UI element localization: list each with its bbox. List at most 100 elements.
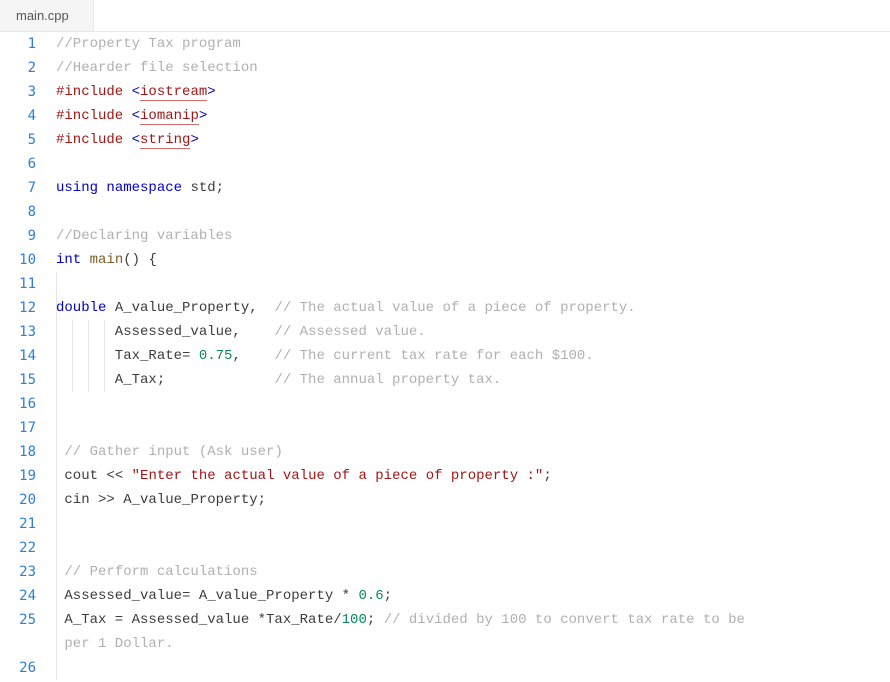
line-number: 17 [0,416,36,440]
line-number: 10 [0,248,36,272]
token-ident: cout [56,468,106,484]
indent-guide [56,512,57,536]
indent-guide [56,608,57,632]
code-line[interactable]: Assessed_value= A_value_Property * 0.6; [56,584,890,608]
token-angle: > [190,132,198,148]
token-comment: //Hearder file selection [56,60,258,76]
indent-guide [104,368,105,392]
token-keyword: using [56,180,98,196]
code-line[interactable] [56,152,890,176]
code-line[interactable] [56,536,890,560]
code-line[interactable]: int main() { [56,248,890,272]
line-number: 19 [0,464,36,488]
token-ident: A_value_Property, [106,300,274,316]
indent-guide [56,296,57,320]
token-angle: < [132,84,140,100]
code-line[interactable]: #include <iostream> [56,80,890,104]
line-number: 20 [0,488,36,512]
code-line[interactable] [56,656,890,680]
token-ident: std [182,180,216,196]
indent-guide [72,344,73,368]
code-line[interactable] [56,200,890,224]
indent-guide [56,536,57,560]
line-number: 8 [0,200,36,224]
line-number: 6 [0,152,36,176]
indent-guide [88,320,89,344]
indent-guide [56,584,57,608]
line-number: 18 [0,440,36,464]
line-number: 26 [0,656,36,680]
code-line[interactable]: // Gather input (Ask user) [56,440,890,464]
line-number: 24 [0,584,36,608]
line-number: 2 [0,56,36,80]
tab-main-cpp[interactable]: main.cpp [0,0,94,31]
code-line[interactable]: //Declaring variables [56,224,890,248]
line-number: 22 [0,536,36,560]
token-angle: > [207,84,215,100]
line-number: 7 [0,176,36,200]
token-ident: Assessed_value= A_value_Property * [56,588,358,604]
token-preproc: #include [56,132,132,148]
code-line[interactable]: #include <iomanip> [56,104,890,128]
line-number: 23 [0,560,36,584]
code-line[interactable]: double A_value_Property, // The actual v… [56,296,890,320]
code-line[interactable]: Assessed_value, // Assessed value. [56,320,890,344]
token-angle: < [132,108,140,124]
indent-guide [56,464,57,488]
indent-guide [56,488,57,512]
code-line[interactable]: cout << "Enter the actual value of a pie… [56,464,890,488]
line-number [0,632,36,656]
indent-guide [56,416,57,440]
code-line[interactable]: cin >> A_value_Property; [56,488,890,512]
code-line[interactable]: per 1 Dollar. [56,632,890,656]
indent-guide [104,320,105,344]
line-number: 5 [0,128,36,152]
line-number: 4 [0,104,36,128]
token-op: () { [123,252,157,268]
indent-guide [104,344,105,368]
code-line[interactable]: //Hearder file selection [56,56,890,80]
token-comment: // Perform calculations [64,564,257,580]
code-line[interactable]: // Perform calculations [56,560,890,584]
code-line[interactable]: A_Tax = Assessed_value *Tax_Rate/100; //… [56,608,890,632]
line-number: 11 [0,272,36,296]
token-include: iomanip [140,108,199,125]
code-line[interactable] [56,392,890,416]
code-line[interactable]: using namespace std; [56,176,890,200]
line-number: 21 [0,512,36,536]
token-comment: per 1 Dollar. [56,636,174,652]
line-number: 1 [0,32,36,56]
token-keyword: double [56,300,106,316]
tab-bar: main.cpp [0,0,890,32]
indent-guide [56,656,57,680]
token-comment: // The actual value of a piece of proper… [274,300,635,316]
code-line[interactable]: A_Tax; // The annual property tax. [56,368,890,392]
code-line[interactable]: #include <string> [56,128,890,152]
token-ident [81,252,89,268]
code-line[interactable]: //Property Tax program [56,32,890,56]
token-angle: < [132,132,140,148]
token-op: ; [216,180,224,196]
line-number: 13 [0,320,36,344]
token-include: string [140,132,190,149]
token-number: 0.6 [358,588,383,604]
token-angle: > [199,108,207,124]
token-comment: // Assessed value. [274,324,425,340]
token-op: ; [258,492,266,508]
code-line[interactable] [56,272,890,296]
code-line[interactable] [56,416,890,440]
code-content[interactable]: //Property Tax program //Hearder file sel… [56,32,890,680]
token-comment: // Gather input (Ask user) [64,444,282,460]
line-number-gutter: 1234567891011121314151617181920212223242… [0,32,56,680]
code-editor[interactable]: 1234567891011121314151617181920212223242… [0,32,890,680]
token-number: 0.75 [199,348,233,364]
indent-guide [56,368,57,392]
code-line[interactable] [56,512,890,536]
token-comment: // The annual property tax. [274,372,501,388]
token-preproc: #include [56,84,132,100]
line-number: 3 [0,80,36,104]
code-line[interactable]: Tax_Rate= 0.75, // The current tax rate … [56,344,890,368]
token-number: 100 [342,612,367,628]
token-keyword: int [56,252,81,268]
indent-guide [56,272,57,296]
